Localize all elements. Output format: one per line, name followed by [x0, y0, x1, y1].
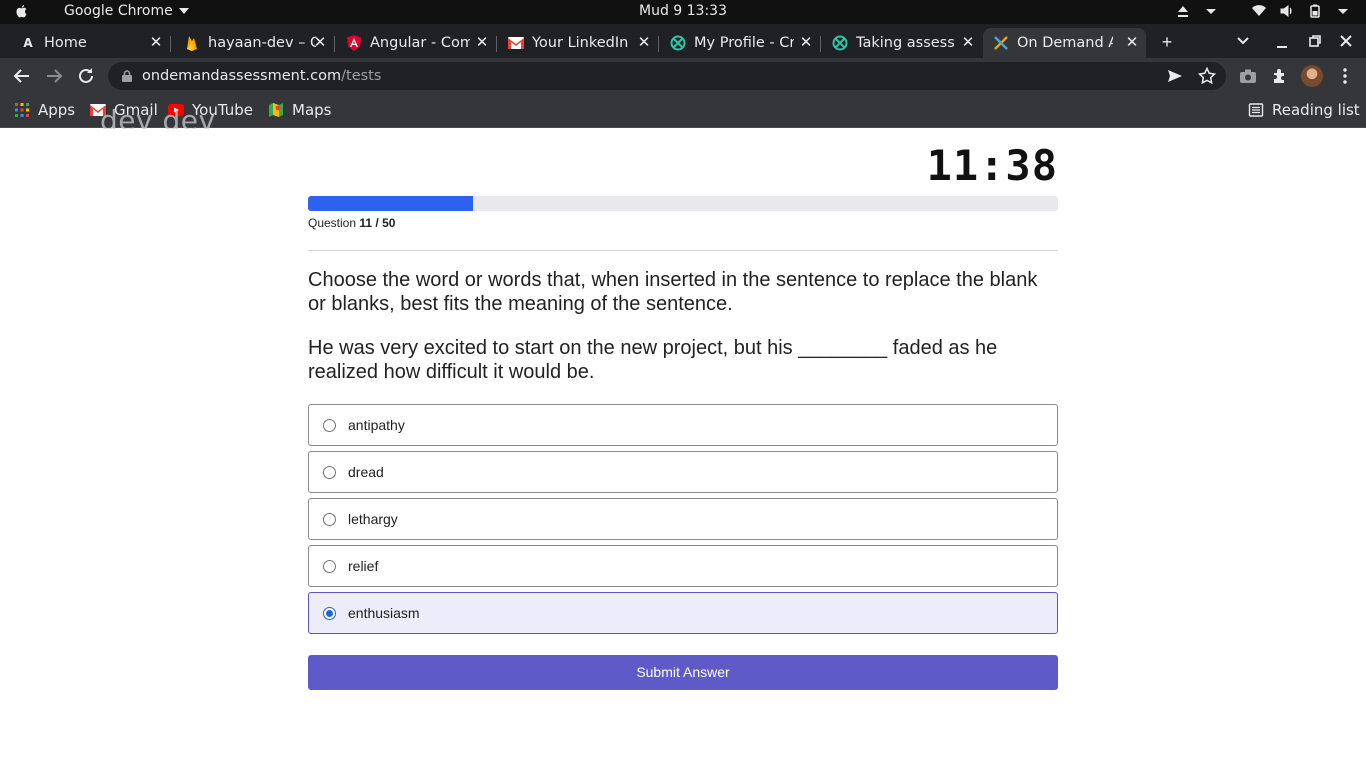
firebase-icon: [184, 35, 200, 51]
tab-home[interactable]: A Home ✕: [0, 28, 170, 58]
crossover-icon: [670, 35, 686, 51]
divider: [308, 250, 1058, 251]
question-counter: Question 11 / 50: [308, 216, 395, 230]
reload-icon[interactable]: [76, 66, 96, 86]
option-label: dread: [348, 464, 384, 480]
answer-option-dread[interactable]: dread: [308, 451, 1058, 493]
tab-title: My Profile - Cr: [694, 35, 794, 51]
close-icon[interactable]: ✕: [1124, 34, 1140, 50]
reading-list-label: Reading list: [1272, 101, 1360, 119]
question-counter-label: Question: [308, 216, 357, 230]
gmail-icon: [508, 35, 524, 51]
radio-button[interactable]: [323, 465, 336, 479]
tab-title: hayaan-dev – C: [208, 35, 316, 51]
system-tray[interactable]: [1176, 4, 1350, 18]
bookmark-label: Maps: [292, 101, 332, 119]
tab-my-profile[interactable]: My Profile - Cr ✕: [650, 28, 820, 58]
option-label: lethargy: [348, 511, 398, 527]
tab-title: Taking assess: [856, 35, 955, 51]
tab-angular[interactable]: Angular - Com ✕: [326, 28, 496, 58]
tab-linkedin[interactable]: Your LinkedIn ✕: [488, 28, 658, 58]
close-icon[interactable]: ✕: [148, 34, 164, 50]
radio-button[interactable]: [323, 512, 336, 526]
tab-search-chevron-icon[interactable]: [1236, 36, 1250, 46]
progress-bar: [308, 196, 1058, 211]
tab-title: Home: [44, 35, 87, 51]
answer-option-relief[interactable]: relief: [308, 545, 1058, 587]
forward-arrow-icon[interactable]: [44, 66, 64, 86]
lock-icon[interactable]: [122, 70, 132, 82]
reading-list-button[interactable]: Reading list: [1248, 101, 1360, 119]
url-path: /tests: [341, 68, 382, 84]
tab-firebase[interactable]: hayaan-dev – C ✕: [164, 28, 334, 58]
caret-down-icon: [1206, 9, 1216, 14]
url-text[interactable]: ondemandassessment.com/tests: [142, 68, 381, 84]
option-label: antipathy: [348, 417, 405, 433]
new-tab-icon[interactable]: +: [1157, 32, 1177, 52]
tab-title: On Demand A: [1017, 35, 1113, 51]
os-clock[interactable]: Mud 9 13:33: [0, 3, 1366, 19]
wifi-icon: [1252, 5, 1266, 16]
radio-button[interactable]: [323, 418, 336, 432]
question-total: 50: [382, 216, 396, 230]
battery-icon: [1310, 4, 1320, 18]
os-top-bar: Google Chrome Mud 9 13:33: [0, 0, 1366, 24]
question-sentence: He was very excited to start on the new …: [308, 337, 998, 383]
reading-list-icon: [1248, 103, 1264, 117]
assessment-page: 11:38 Question 11 / 50 Choose the word o…: [0, 129, 1366, 768]
option-label: enthusiasm: [348, 605, 420, 621]
extensions-icon[interactable]: [1271, 67, 1289, 85]
bookmark-label: Apps: [38, 101, 76, 119]
address-bar[interactable]: ondemandassessment.com/tests: [108, 62, 1226, 90]
send-icon[interactable]: [1166, 67, 1184, 85]
radio-button[interactable]: [323, 606, 336, 620]
star-icon[interactable]: [1198, 67, 1216, 85]
maps-icon: [269, 103, 283, 117]
angular-icon: [346, 35, 362, 51]
countdown-timer: 11:38: [926, 141, 1058, 190]
bookmark-apps[interactable]: Apps: [14, 101, 75, 119]
question-current: 11: [359, 216, 373, 230]
camera-icon[interactable]: [1239, 67, 1257, 85]
tab-title: Angular - Com: [370, 35, 470, 51]
tab-on-demand-active[interactable]: On Demand A ✕: [983, 28, 1146, 58]
radio-button[interactable]: [323, 559, 336, 573]
answer-option-antipathy[interactable]: antipathy: [308, 404, 1058, 446]
answer-options: antipathy dread lethargy relief enthusia…: [308, 404, 1058, 639]
back-arrow-icon[interactable]: [12, 66, 32, 86]
a-icon: A: [23, 36, 33, 50]
tab-title: Your LinkedIn: [532, 35, 629, 51]
question-separator: /: [372, 216, 383, 230]
minimize-icon[interactable]: [1275, 36, 1289, 50]
submit-answer-button[interactable]: Submit Answer: [308, 655, 1058, 690]
tab-strip: A Home ✕ hayaan-dev – C ✕ Angular - Com …: [0, 24, 1366, 58]
bookmark-maps[interactable]: Maps: [268, 101, 331, 119]
volume-icon: [1280, 5, 1292, 17]
caret-down-icon: [1338, 9, 1348, 14]
upload-icon: [1178, 6, 1188, 17]
progress-bar-fill: [308, 196, 473, 211]
close-icon[interactable]: ✕: [960, 34, 976, 50]
more-vert-icon[interactable]: [1336, 67, 1354, 85]
option-label: relief: [348, 558, 379, 574]
close-window-icon[interactable]: [1339, 34, 1353, 48]
answer-option-lethargy[interactable]: lethargy: [308, 498, 1058, 540]
restore-icon[interactable]: [1308, 34, 1322, 48]
profile-avatar[interactable]: [1301, 65, 1323, 87]
url-domain: ondemandassessment.com: [142, 68, 342, 84]
browser-toolbar: ondemandassessment.com/tests: [0, 58, 1366, 95]
crossover-icon: [832, 35, 848, 51]
apps-grid-icon: [15, 103, 29, 117]
question-prompt: Choose the word or words that, when inse…: [308, 269, 1038, 315]
answer-option-enthusiasm[interactable]: enthusiasm: [308, 592, 1058, 634]
tab-taking-assessment[interactable]: Taking assess ✕: [812, 28, 982, 58]
ondemand-icon: [993, 35, 1009, 51]
